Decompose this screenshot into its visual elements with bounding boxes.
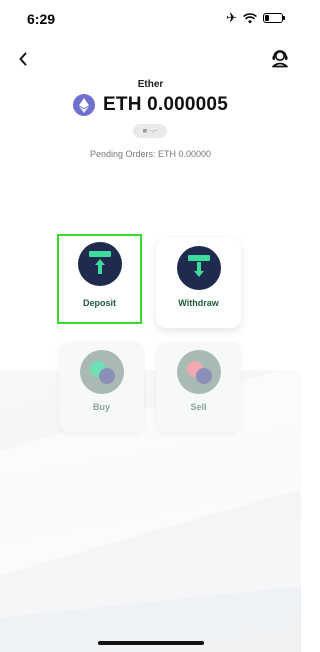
- asset-name: Ether: [137, 79, 164, 90]
- sell-icon: [176, 350, 221, 394]
- ethereum-icon: [73, 94, 96, 116]
- fiat-value-badge: -,--: [133, 124, 167, 138]
- buy-button[interactable]: Buy: [59, 342, 144, 432]
- back-button[interactable]: [14, 50, 32, 68]
- status-time: 6:29: [27, 11, 56, 27]
- buy-label: Buy: [92, 402, 110, 412]
- home-indicator[interactable]: [98, 641, 204, 645]
- pending-orders: Pending Orders: ETH 0.00000: [89, 149, 212, 159]
- background-decoration: [0, 370, 301, 652]
- deposit-label: Deposit: [82, 298, 116, 308]
- withdraw-label: Withdraw: [178, 298, 219, 308]
- flag-icon: [142, 128, 148, 134]
- withdraw-icon: [176, 246, 221, 290]
- airplane-icon: ✈: [226, 10, 237, 25]
- chevron-left-icon: [19, 52, 27, 66]
- buy-icon: [79, 350, 124, 394]
- battery-icon: [263, 13, 285, 23]
- deposit-icon: [77, 242, 122, 286]
- asset-balance-row: ETH 0.000005: [0, 94, 301, 116]
- sell-label: Sell: [190, 402, 207, 412]
- support-button[interactable]: [269, 47, 291, 69]
- status-bar: 6:29 ✈: [0, 0, 301, 40]
- wifi-icon: [243, 12, 257, 23]
- sell-button[interactable]: Sell: [156, 342, 241, 432]
- status-icons: ✈: [226, 10, 285, 25]
- fiat-value: -,--: [149, 128, 158, 134]
- support-agent-icon: [272, 50, 288, 68]
- asset-balance: ETH 0.000005: [103, 94, 228, 115]
- deposit-button[interactable]: Deposit: [57, 234, 142, 324]
- withdraw-button[interactable]: Withdraw: [156, 238, 241, 328]
